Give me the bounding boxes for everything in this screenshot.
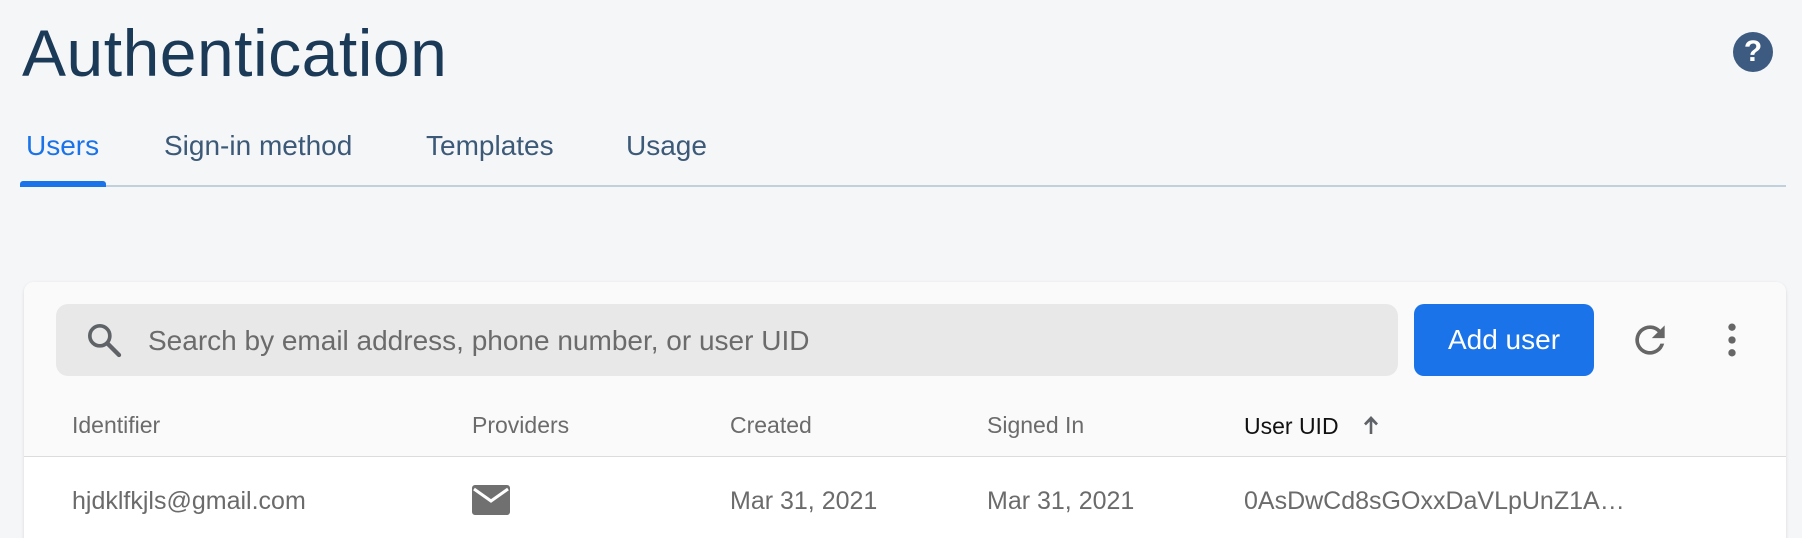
help-icon[interactable]: ? — [1733, 32, 1773, 72]
active-tab-indicator — [20, 181, 106, 187]
cell-created: Mar 31, 2021 — [730, 487, 878, 515]
cell-user-uid[interactable]: 0AsDwCd8sGOxxDaVLpUnZ1A… — [1244, 487, 1625, 516]
more-vert-icon[interactable] — [1710, 318, 1754, 362]
column-header-signed-in[interactable]: Signed In — [987, 412, 1084, 439]
search-box[interactable] — [56, 304, 1398, 378]
add-user-button[interactable]: Add user — [1414, 304, 1594, 376]
tab-bar: Users Sign-in method Templates Usage — [20, 110, 1786, 187]
refresh-icon[interactable] — [1628, 318, 1672, 362]
table-row[interactable]: hjdklfkjls@gmail.com Mar 31, 2021 Mar 31… — [24, 457, 1786, 538]
column-header-user-uid-label: User UID — [1244, 413, 1339, 439]
tab-users[interactable]: Users — [26, 130, 99, 162]
email-envelope-flap — [473, 487, 509, 503]
tab-usage-label: Usage — [626, 130, 707, 161]
tab-templates[interactable]: Templates — [426, 130, 554, 162]
users-toolbar: Add user Identifier Providers Created Si… — [24, 282, 1786, 457]
tab-users-label: Users — [26, 130, 100, 161]
email-icon — [472, 485, 510, 515]
tab-templates-label: Templates — [426, 130, 554, 161]
tab-sign-in-method-label: Sign-in method — [164, 130, 353, 161]
help-glyph: ? — [1743, 35, 1763, 68]
column-header-providers[interactable]: Providers — [472, 412, 569, 439]
sort-ascending-icon — [1363, 416, 1378, 434]
column-header-created[interactable]: Created — [730, 412, 812, 439]
search-input[interactable] — [146, 304, 1380, 378]
column-header-identifier[interactable]: Identifier — [72, 412, 160, 439]
tab-sign-in-method[interactable]: Sign-in method — [164, 130, 352, 162]
tab-usage[interactable]: Usage — [626, 130, 707, 162]
search-icon — [88, 324, 122, 358]
page-title: Authentication — [22, 16, 448, 90]
authentication-page: Authentication ? Users Sign-in method Te… — [0, 0, 1802, 538]
column-header-user-uid[interactable]: User UID — [1244, 412, 1383, 440]
users-card: Add user Identifier Providers Created Si… — [24, 282, 1786, 538]
cell-signed-in: Mar 31, 2021 — [987, 487, 1135, 515]
cell-identifier: hjdklfkjls@gmail.com — [72, 487, 306, 515]
